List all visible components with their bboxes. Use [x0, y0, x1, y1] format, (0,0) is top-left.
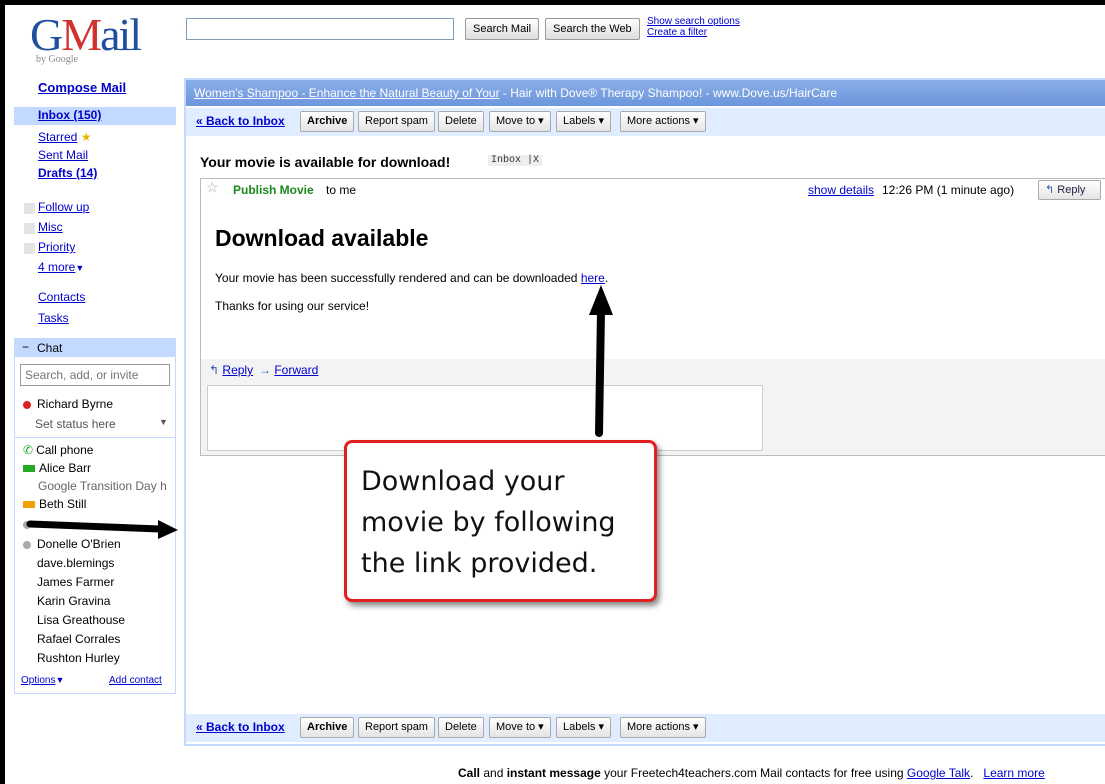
- message-toolbar-bottom: « Back to Inbox Archive Report spam Dele…: [186, 714, 1105, 742]
- chat-contact[interactable]: Alice Barr: [23, 461, 91, 475]
- chat-contact[interactable]: Rafael Corrales: [37, 632, 120, 646]
- more-labels-link[interactable]: 4 more▼: [38, 260, 84, 274]
- chat-contact[interactable]: Rushton Hurley: [37, 651, 120, 665]
- report-spam-button[interactable]: Report spam: [358, 111, 435, 132]
- chat-contact[interactable]: James Farmer: [37, 575, 114, 589]
- tasks-link[interactable]: Tasks: [38, 311, 69, 325]
- reply-link[interactable]: ↰ Reply: [209, 363, 253, 377]
- callout-line: movie by following: [361, 507, 616, 538]
- message-card: ☆ Publish Movie to me show details 12:26…: [200, 178, 1105, 456]
- back-to-inbox-link[interactable]: « Back to Inbox: [196, 114, 285, 128]
- report-spam-button[interactable]: Report spam: [358, 717, 435, 738]
- sidebar-item-sent[interactable]: Sent Mail: [38, 148, 88, 162]
- offline-status-icon: [23, 540, 31, 549]
- sender-name[interactable]: Publish Movie: [233, 183, 314, 197]
- label-follow-up[interactable]: Follow up: [38, 200, 89, 214]
- star-icon: ★: [80, 130, 92, 144]
- contact-status-text: Google Transition Day h: [38, 479, 167, 493]
- call-phone-link[interactable]: ✆ Call phone: [23, 443, 93, 457]
- starred-link[interactable]: Starred: [38, 130, 77, 144]
- label-priority[interactable]: Priority: [38, 240, 75, 254]
- message-heading: Download available: [215, 225, 429, 251]
- delete-button[interactable]: Delete: [438, 111, 484, 132]
- black-border-left: [0, 0, 5, 784]
- recipient-text: to me: [326, 183, 357, 197]
- sidebar-item-starred[interactable]: Starred ★: [38, 130, 91, 144]
- chat-contact[interactable]: Beth Still: [23, 497, 86, 511]
- add-contact-link[interactable]: Add contact: [109, 675, 162, 686]
- compose-mail-link[interactable]: Compose Mail: [38, 80, 126, 95]
- dropdown-arrow-icon: ▼: [75, 263, 85, 273]
- dropdown-arrow-icon: ▼: [159, 417, 168, 427]
- sidebar-item-drafts[interactable]: Drafts (14): [38, 166, 97, 180]
- collapse-icon[interactable]: −: [22, 340, 29, 354]
- chat-search-input[interactable]: [20, 364, 170, 386]
- ad-link[interactable]: Women's Shampoo - Enhance the Natural Be…: [194, 86, 500, 100]
- message-subject: Your movie is available for download!: [200, 154, 451, 170]
- search-web-button[interactable]: Search the Web: [545, 18, 640, 40]
- archive-button[interactable]: Archive: [300, 717, 355, 738]
- chat-self[interactable]: Richard Byrne: [23, 397, 113, 411]
- gmail-logo[interactable]: GMail by Google: [30, 12, 170, 66]
- set-status-dropdown[interactable]: Set status here ▼: [35, 417, 168, 431]
- footer-chat-promo: Call and instant message your Freetech4t…: [458, 766, 1045, 780]
- reply-arrow-icon: ↰: [1045, 184, 1055, 196]
- star-icon[interactable]: ☆: [206, 179, 219, 196]
- arrow-annotation-up: [589, 285, 613, 437]
- move-to-dropdown[interactable]: Move to ▾: [489, 111, 551, 132]
- chat-contact[interactable]: Karin Gravina: [37, 594, 110, 608]
- labels-dropdown[interactable]: Labels ▾: [556, 111, 611, 132]
- search-mail-button[interactable]: Search Mail: [465, 18, 540, 40]
- busy-status-icon: [23, 400, 31, 409]
- show-details-link[interactable]: show details: [808, 183, 874, 197]
- back-to-inbox-link[interactable]: « Back to Inbox: [196, 720, 285, 734]
- labels-dropdown[interactable]: Labels ▾: [556, 717, 611, 738]
- message-body-thanks: Thanks for using our service!: [215, 299, 370, 313]
- delete-button[interactable]: Delete: [438, 717, 484, 738]
- label-color-chip: [24, 203, 35, 214]
- create-filter-link[interactable]: Create a filter: [647, 27, 740, 38]
- message-toolbar-top: « Back to Inbox Archive Report spam Dele…: [186, 108, 1105, 136]
- by-google-text: by Google: [36, 54, 78, 65]
- chat-contact[interactable]: dave.blemings: [37, 556, 114, 570]
- contacts-link[interactable]: Contacts: [38, 290, 85, 304]
- chat-options-link[interactable]: Options▼: [21, 675, 64, 686]
- inbox-label-tag[interactable]: Inbox |X: [488, 155, 543, 166]
- more-actions-dropdown[interactable]: More actions ▾: [620, 717, 706, 738]
- dropdown-arrow-icon: ▼: [55, 675, 65, 685]
- show-search-options-link[interactable]: Show search options: [647, 16, 740, 27]
- search-input[interactable]: [186, 18, 454, 40]
- chat-contact[interactable]: Lisa Greathouse: [37, 613, 125, 627]
- message-body-text: Your movie has been successfully rendere…: [215, 271, 609, 285]
- sidebar-item-inbox[interactable]: Inbox (150): [14, 107, 176, 125]
- annotation-callout: Download your movie by following the lin…: [344, 440, 657, 602]
- archive-button[interactable]: Archive: [300, 111, 355, 132]
- black-border-top: [0, 0, 1105, 5]
- inbox-link[interactable]: Inbox (150): [38, 108, 101, 122]
- video-away-icon: [23, 501, 35, 509]
- callout-line: the link provided.: [361, 548, 598, 579]
- google-talk-link[interactable]: Google Talk: [907, 766, 970, 780]
- forward-arrow-icon: →: [259, 363, 271, 377]
- phone-icon: ✆: [23, 443, 34, 457]
- callout-line: Download your: [361, 466, 565, 497]
- reply-button[interactable]: ↰ Reply: [1038, 180, 1101, 200]
- more-actions-dropdown[interactable]: More actions ▾: [620, 111, 706, 132]
- message-timestamp: 12:26 PM (1 minute ago): [882, 183, 1015, 197]
- learn-more-link[interactable]: Learn more: [983, 766, 1044, 780]
- chat-header[interactable]: − Chat: [15, 339, 175, 357]
- ad-text: - Hair with Dove® Therapy Shampoo! - www…: [499, 86, 837, 100]
- label-color-chip: [24, 243, 35, 254]
- label-misc[interactable]: Misc: [38, 220, 63, 234]
- label-color-chip: [24, 223, 35, 234]
- forward-link[interactable]: → Forward: [259, 363, 318, 377]
- download-here-link[interactable]: here: [581, 271, 605, 285]
- message-view: Women's Shampoo - Enhance the Natural Be…: [184, 78, 1105, 746]
- reply-arrow-icon: ↰: [209, 363, 220, 377]
- move-to-dropdown[interactable]: Move to ▾: [489, 717, 551, 738]
- sponsored-ad-bar: Women's Shampoo - Enhance the Natural Be…: [186, 80, 1105, 106]
- arrow-annotation-left: [26, 520, 178, 539]
- video-icon: [23, 465, 35, 473]
